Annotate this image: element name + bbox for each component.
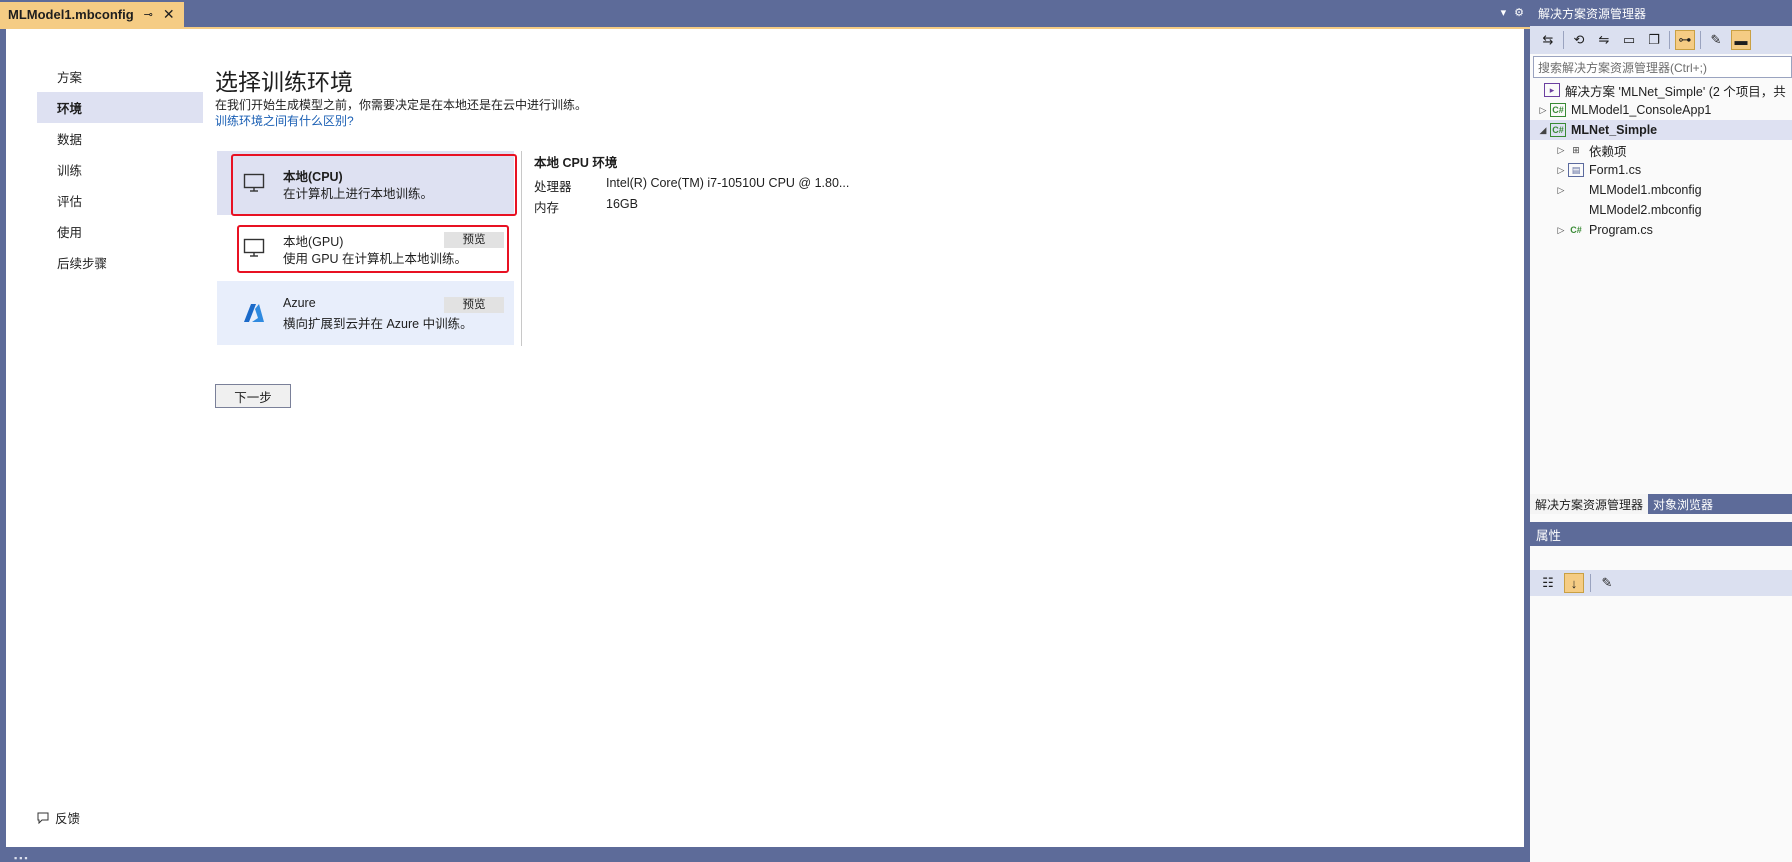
page-title: 选择训练环境 (215, 70, 353, 96)
tree-item-dependencies[interactable]: ▷ ⊞ 依赖项 (1530, 140, 1792, 160)
status-glyphs-icon: ▪▪▪ (14, 853, 30, 862)
tree-item-file[interactable]: ▷ MLModel1.mbconfig (1530, 180, 1792, 200)
tab-solution-explorer[interactable]: 解决方案资源管理器 (1530, 494, 1649, 514)
toolbar-separator (1563, 31, 1564, 49)
csharp-icon: C# (1570, 225, 1582, 235)
model-builder-page: 方案 环境 数据 训练 评估 使用 后续步骤 选择训练环境 在我们开始生成模型之… (6, 29, 1524, 847)
history-icon[interactable]: ⟲ (1569, 30, 1589, 50)
wrench-icon[interactable]: ✎ (1706, 30, 1726, 50)
detail-value: 16GB (606, 197, 638, 211)
collapse-icon[interactable]: ◢ (1536, 125, 1550, 136)
mbconfig-icon (1568, 183, 1584, 197)
properties-header: 属性 (1530, 522, 1792, 546)
nav-item-train[interactable]: 训练 (37, 154, 203, 185)
categorized-icon[interactable]: ☷ (1538, 573, 1558, 593)
detail-row-processor: 处理器 Intel(R) Core(TM) i7-10510U CPU @ 1.… (534, 176, 849, 195)
feedback-label: 反馈 (55, 812, 81, 826)
tab-strip-tools: ▾ ⚙ (1501, 6, 1524, 19)
detail-key: 处理器 (534, 180, 572, 194)
expand-icon[interactable]: ▷ (1554, 225, 1568, 236)
solution-search-input[interactable]: 搜索解决方案资源管理器(Ctrl+;) (1533, 56, 1792, 78)
vertical-divider (521, 151, 522, 346)
document-tab[interactable]: MLModel1.mbconfig ⊸ ✕ (0, 2, 184, 27)
dropdown-icon[interactable]: ▾ (1501, 6, 1507, 19)
nav-item-evaluate[interactable]: 评估 (37, 185, 203, 216)
gear-icon[interactable]: ⚙ (1514, 6, 1524, 19)
toolbar-separator (1669, 31, 1670, 49)
tree-item-file[interactable]: MLModel2.mbconfig (1530, 200, 1792, 220)
editor-area: MLModel1.mbconfig ⊸ ✕ ▾ ⚙ 方案 环境 数据 训练 评估… (0, 0, 1530, 862)
expand-icon[interactable]: ▷ (1554, 185, 1568, 196)
close-icon[interactable]: ✕ (163, 6, 175, 23)
page-description: 在我们开始生成模型之前，你需要决定是在本地还是在云中进行训练。 (215, 98, 588, 112)
tree-item-label: Form1.cs (1589, 163, 1642, 177)
collapse-all-icon[interactable]: ▭ (1619, 30, 1639, 50)
feedback-icon (37, 812, 49, 824)
solution-tree: ▸ 解决方案 'MLNet_Simple' (2 个项目，共 ▷ C# MLMo… (1530, 80, 1792, 240)
env-details-title: 本地 CPU 环境 (534, 156, 618, 170)
env-name: Azure (283, 296, 316, 310)
preview-badge: 预览 (444, 297, 504, 313)
tree-item-label: 依赖项 (1589, 144, 1627, 159)
azure-icon (244, 304, 264, 322)
nav-item-scenario[interactable]: 方案 (37, 61, 203, 92)
toolbar-separator (1700, 31, 1701, 49)
properties-object-selector[interactable] (1530, 546, 1792, 570)
tree-item-project[interactable]: ◢ C# MLNet_Simple (1530, 120, 1792, 140)
expand-icon[interactable]: ▷ (1536, 105, 1550, 116)
feedback-link[interactable]: 反馈 (36, 808, 80, 827)
alphabetical-icon[interactable]: ↓ (1564, 573, 1584, 593)
dependencies-icon: ⊞ (1572, 144, 1580, 155)
pin-icon[interactable]: ⊸ (144, 8, 153, 21)
sync-icon[interactable]: ⇋ (1594, 30, 1614, 50)
detail-value: Intel(R) Core(TM) i7-10510U CPU @ 1.80..… (606, 176, 850, 190)
mbconfig-icon (1568, 203, 1584, 217)
tree-item-file[interactable]: ▷ ▤ Form1.cs (1530, 160, 1792, 180)
nav-item-data[interactable]: 数据 (37, 123, 203, 154)
solution-explorer-header: 解决方案资源管理器 (1530, 0, 1792, 26)
detail-row-memory: 内存 16GB (534, 197, 638, 216)
properties-grid (1530, 596, 1792, 862)
env-description: 横向扩展到云并在 Azure 中训练。 (283, 317, 473, 331)
tab-object-browser[interactable]: 对象浏览器 (1648, 494, 1718, 514)
help-link[interactable]: 训练环境之间有什么区别? (215, 112, 354, 129)
tree-item-label: MLModel1.mbconfig (1589, 183, 1702, 197)
preview-selected-icon[interactable]: ▬ (1731, 30, 1751, 50)
solution-explorer-toolbar: ⇆ ⟲ ⇋ ▭ ❐ ⊶ ✎ ▬ (1530, 26, 1792, 54)
tree-item-label: MLNet_Simple (1571, 123, 1658, 137)
nav-item-consume[interactable]: 使用 (37, 216, 203, 247)
filter-icon[interactable]: ⊶ (1675, 30, 1695, 50)
right-tool-pane: 解决方案资源管理器 ⇆ ⟲ ⇋ ▭ ❐ ⊶ ✎ ▬ 搜索解决方案资源管理器(Ct… (1530, 0, 1792, 862)
nav-item-environment[interactable]: 环境 (37, 92, 203, 123)
property-pages-icon[interactable]: ✎ (1597, 573, 1617, 593)
expand-icon[interactable]: ▷ (1554, 145, 1568, 156)
tree-item-label: MLModel2.mbconfig (1589, 203, 1702, 217)
next-step-button[interactable]: 下一步 (215, 384, 291, 408)
detail-key: 内存 (534, 201, 560, 215)
tree-item-solution[interactable]: ▸ 解决方案 'MLNet_Simple' (2 个项目，共 (1530, 80, 1792, 100)
tree-item-label: MLModel1_ConsoleApp1 (1571, 103, 1712, 117)
tree-item-label: Program.cs (1589, 223, 1653, 237)
vs-switch-views-icon[interactable]: ⇆ (1538, 30, 1558, 50)
csproj-icon: C# (1550, 103, 1566, 117)
highlight-box-gpu (237, 225, 509, 273)
expand-icon[interactable]: ▷ (1554, 165, 1568, 176)
steps-nav: 方案 环境 数据 训练 评估 使用 后续步骤 (37, 61, 203, 278)
highlight-box-cpu (231, 154, 517, 216)
form-icon: ▤ (1568, 163, 1584, 177)
tree-item-file[interactable]: ▷ C# Program.cs (1530, 220, 1792, 240)
toolbar-separator (1590, 574, 1591, 592)
show-all-files-icon[interactable]: ❐ (1644, 30, 1664, 50)
tree-item-label: 解决方案 'MLNet_Simple' (2 个项目，共 (1565, 84, 1786, 99)
editor-bottom-bar: ▪▪▪ (0, 849, 1530, 862)
solution-icon: ▸ (1544, 83, 1560, 97)
csproj-icon: C# (1550, 123, 1566, 137)
properties-toolbar: ☷ ↓ ✎ (1530, 570, 1792, 596)
tree-item-project[interactable]: ▷ C# MLModel1_ConsoleApp1 (1530, 100, 1792, 120)
document-tab-strip: MLModel1.mbconfig ⊸ ✕ ▾ ⚙ (0, 0, 1530, 27)
env-card-azure[interactable]: Azure 横向扩展到云并在 Azure 中训练。 预览 (217, 281, 514, 345)
nav-item-next-steps[interactable]: 后续步骤 (37, 247, 203, 278)
tool-window-tabs: 解决方案资源管理器 对象浏览器 (1530, 494, 1792, 514)
document-tab-title: MLModel1.mbconfig (8, 7, 134, 22)
